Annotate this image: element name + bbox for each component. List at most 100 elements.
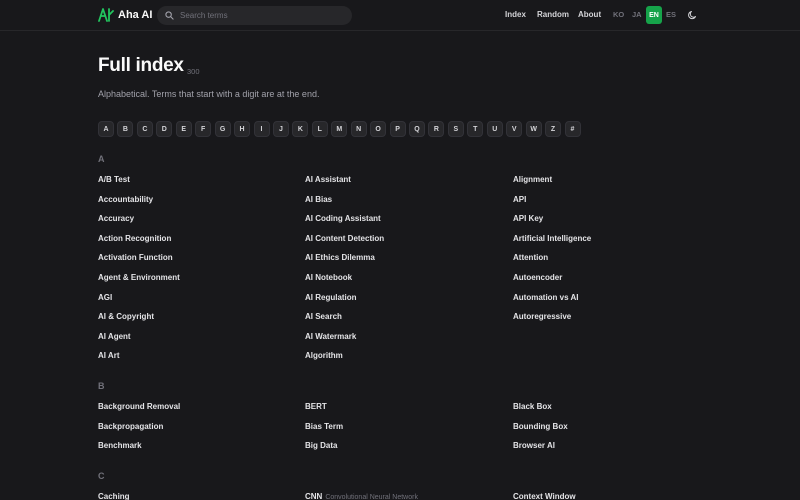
term-link[interactable]: Alignment (513, 175, 552, 184)
term-label: Accuracy (98, 214, 135, 224)
search-input[interactable] (180, 11, 340, 20)
term-link[interactable]: CNN Convolutional Neural Network (305, 492, 418, 500)
term-label: AGI (98, 292, 113, 302)
term-link[interactable]: AI Regulation (305, 293, 357, 302)
letter-chip[interactable]: W (525, 121, 542, 137)
term-label: Bias Term (305, 421, 344, 431)
letter-chip[interactable]: F (195, 121, 212, 137)
letter-chip[interactable]: V (506, 121, 523, 137)
term-link[interactable]: Context Window (513, 492, 576, 500)
term-label: AI Content Detection (305, 233, 385, 243)
term-label: Backpropagation (98, 421, 164, 431)
term-link[interactable]: BERT (305, 402, 327, 411)
page-title: Full index (98, 55, 184, 76)
term-link[interactable]: Attention (513, 253, 548, 262)
letter-chip[interactable]: H (234, 121, 251, 137)
term-link[interactable]: AI Coding Assistant (305, 214, 381, 223)
term-link[interactable]: API Key (513, 214, 543, 223)
letter-chip[interactable]: P (389, 121, 406, 137)
term-label: Black Box (513, 402, 552, 411)
term-link[interactable]: Action Recognition (98, 234, 171, 243)
letter-chip[interactable]: L (311, 121, 328, 137)
term-label: Caching (98, 492, 130, 500)
letter-chip[interactable]: B (117, 121, 134, 137)
logo[interactable]: Aha AI (98, 7, 152, 23)
letter-chip[interactable]: S (447, 121, 464, 137)
term-link[interactable]: A/B Test (98, 175, 130, 184)
term-link[interactable]: Benchmark (98, 441, 142, 450)
term-label: AI Bias (305, 194, 333, 204)
term-link[interactable]: Artificial Intelligence (513, 234, 591, 243)
letter-chip[interactable]: I (253, 121, 270, 137)
moon-icon[interactable] (688, 10, 698, 20)
term-link[interactable]: Bias Term (305, 422, 343, 431)
letter-chip[interactable]: Z (545, 121, 562, 137)
term-label: Automation vs AI (513, 292, 579, 302)
term-link[interactable]: Accuracy (98, 214, 134, 223)
letter-chip[interactable]: D (156, 121, 173, 137)
letter-chip[interactable]: K (292, 121, 309, 137)
nav-random[interactable]: Random (537, 10, 569, 19)
term-link[interactable]: Black Box (513, 402, 552, 411)
term-link[interactable]: Bounding Box (513, 422, 568, 431)
nav-index[interactable]: Index (505, 10, 526, 19)
term-label: Benchmark (98, 441, 142, 451)
letter-chip[interactable]: Q (409, 121, 425, 137)
term-link[interactable]: AI Search (305, 312, 342, 321)
term-link[interactable]: Backpropagation (98, 422, 163, 431)
lang-ja[interactable]: JA (632, 10, 642, 19)
term-link[interactable]: AI Assistant (305, 175, 351, 184)
letter-chip[interactable]: # (564, 121, 581, 137)
term-label: AI & Copyright (98, 312, 154, 322)
term-link[interactable]: AI Ethics Dilemma (305, 253, 375, 262)
term-link[interactable]: API (513, 195, 526, 204)
term-label: AI Watermark (305, 331, 357, 341)
term-label: AI Agent (98, 331, 131, 341)
term-link[interactable]: AI Content Detection (305, 234, 384, 243)
term-label: BERT (305, 402, 327, 411)
term-link[interactable]: Accountability (98, 195, 153, 204)
term-link[interactable]: Algorithm (305, 351, 343, 360)
term-label: Big Data (305, 441, 338, 451)
letter-chip[interactable]: C (136, 121, 153, 137)
term-link[interactable]: Autoencoder (513, 273, 562, 282)
nav-about[interactable]: About (578, 10, 601, 19)
term-link[interactable]: Browser AI (513, 441, 555, 450)
term-link[interactable]: AGI (98, 293, 112, 302)
term-link[interactable]: Big Data (305, 441, 337, 450)
lang-en[interactable]: EN (646, 6, 662, 24)
lang-ko[interactable]: KO (613, 10, 624, 19)
letter-chip[interactable]: M (331, 121, 348, 137)
term-link[interactable]: AI & Copyright (98, 312, 154, 321)
term-link[interactable]: AI Bias (305, 195, 332, 204)
term-link[interactable]: Activation Function (98, 253, 173, 262)
term-link[interactable]: AI Notebook (305, 273, 352, 282)
letter-chip[interactable]: T (467, 121, 484, 137)
letter-chip[interactable]: O (370, 121, 387, 137)
lang-es[interactable]: ES (666, 10, 676, 19)
letter-chip[interactable]: J (272, 121, 289, 137)
letter-chip[interactable]: R (428, 121, 445, 137)
letter-chip[interactable]: G (214, 121, 231, 137)
term-link[interactable]: Agent & Environment (98, 273, 180, 282)
term-label: Artificial Intelligence (513, 233, 592, 243)
letter-chip[interactable]: N (350, 121, 367, 137)
term-label: CNN (305, 492, 323, 500)
section-letter: C (98, 471, 105, 481)
logo-icon (98, 8, 114, 22)
top-bar: Aha AI Index Random About KO JA EN ES (0, 0, 800, 31)
term-link[interactable]: AI Watermark (305, 332, 356, 341)
term-link[interactable]: Caching (98, 492, 130, 500)
search-box[interactable] (157, 6, 352, 25)
letter-chip[interactable]: U (486, 121, 503, 137)
term-link[interactable]: AI Art (98, 351, 119, 360)
term-link[interactable]: Automation vs AI (513, 293, 578, 302)
term-link[interactable]: Background Removal (98, 402, 180, 411)
letter-chip[interactable]: E (175, 121, 192, 137)
term-link[interactable]: AI Agent (98, 332, 131, 341)
app-name: Aha AI (118, 9, 153, 21)
term-label: AI Art (98, 351, 120, 361)
letter-chip[interactable]: A (98, 121, 114, 137)
term-label: Activation Function (98, 253, 173, 263)
term-link[interactable]: Autoregressive (513, 312, 571, 321)
